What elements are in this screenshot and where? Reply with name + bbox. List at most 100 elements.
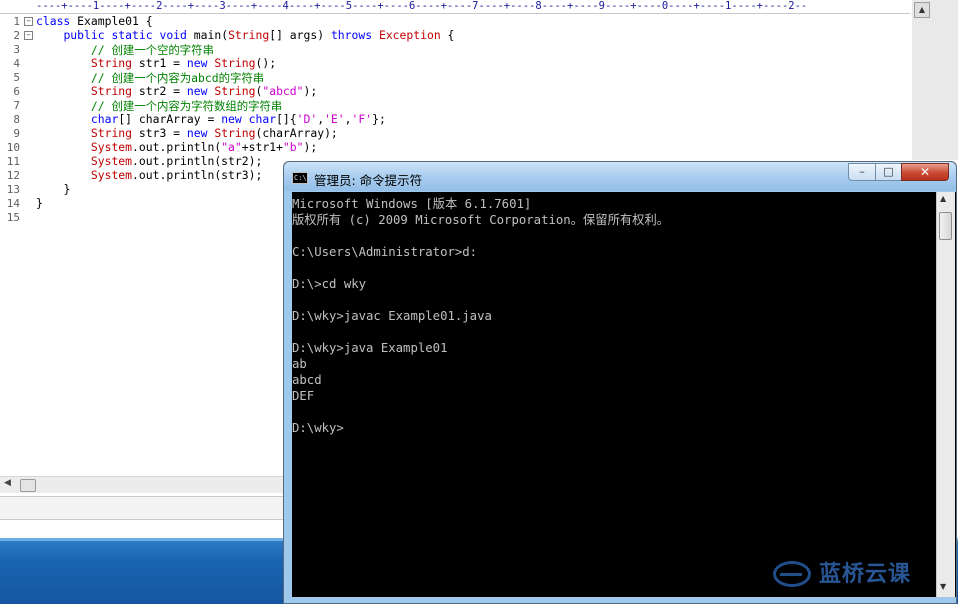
code-token: public [63,28,105,42]
code-line[interactable]: System.out.println(str2); [36,154,262,168]
ruler-text: ----+----1----+----2----+----3----+----4… [36,0,808,12]
code-token: 'F' [351,112,373,126]
code-token: Example01 { [70,14,153,28]
minimize-button[interactable]: – [848,163,876,181]
code-line[interactable]: String str2 = new String("abcd"); [36,84,317,98]
line-number: 4 [13,57,20,70]
code-token: [] charArray = [118,112,222,126]
code-token: System [90,154,133,168]
code-line[interactable]: String str1 = new String(); [36,56,276,70]
code-token: String [90,56,133,70]
scrollbar-thumb[interactable] [939,212,952,240]
console-line: D:\wky>javac Example01.java [292,309,492,323]
code-line[interactable]: char[] charArray = new char[]{'D','E','F… [36,112,386,126]
code-line[interactable]: class Example01 { [36,14,153,28]
code-token: // 创建一个空的字符串 [90,43,214,57]
code-token: str1 = [132,56,187,70]
code-token: new [186,84,208,98]
line-number: 7 [13,99,20,112]
code-token: .out.println(str2); [132,154,263,168]
code-token: 'E' [324,112,345,126]
line-number: 5 [13,71,20,84]
code-token: "a" [221,140,242,154]
code-token: +str1+ [241,140,283,154]
code-token: 'D' [296,112,318,126]
code-line[interactable]: } [36,182,70,196]
line-number: 1 [13,15,20,28]
code-line[interactable]: } [36,196,43,210]
line-number: 10 [6,141,20,154]
code-token: throws [330,28,373,42]
console-vertical-scrollbar[interactable]: ▲ ▼ [936,192,955,597]
code-token: (); [255,56,277,70]
close-button[interactable]: ✕ [901,163,949,181]
scroll-up-icon[interactable]: ▲ [914,2,930,18]
code-line[interactable]: System.out.println("a"+str1+"b"); [36,140,317,154]
code-token: char [90,112,119,126]
code-token: String [90,84,133,98]
console-line: D:\wky> [292,421,344,435]
column-ruler: ----+----1----+----2----+----3----+----4… [0,0,910,14]
code-line[interactable]: System.out.println(str3); [36,168,262,182]
maximize-button[interactable]: □ [875,163,902,181]
code-token: char [248,112,277,126]
code-token: }; [372,112,386,126]
code-token: ); [303,84,318,98]
fold-toggle-icon[interactable]: − [24,17,33,26]
cmd-icon-label: C:\ [294,174,307,182]
fold-toggle-icon[interactable]: − [24,31,33,40]
console-line: DEF [292,389,315,403]
code-token: main( [186,28,229,42]
window-titlebar[interactable]: C:\ 管理员: 命令提示符 – □ ✕ [284,162,956,191]
code-token: } [36,196,43,210]
scrollbar-thumb[interactable] [20,479,36,492]
watermark-text: 蓝桥云课 [819,562,912,587]
code-line[interactable]: public static void main(String[] args) t… [36,28,454,42]
line-number: 9 [13,127,20,140]
code-token: static [111,28,153,42]
code-token: ); [303,140,318,154]
editor-vertical-scrollbar[interactable]: ▲ [912,0,958,160]
code-token: .out.println( [132,140,222,154]
code-token: new [186,56,208,70]
code-line[interactable]: String str3 = new String(charArray); [36,126,338,140]
code-token: , [344,112,352,126]
command-prompt-window[interactable]: C:\ 管理员: 命令提示符 – □ ✕ Microsoft Windows [… [283,161,957,604]
scroll-left-icon[interactable]: ◀ [4,478,11,488]
line-number: 2 [13,29,20,42]
line-number-gutter: 1 2 3 4 5 6 7 8 9 10 11 12 13 14 15 [0,14,22,476]
line-number: 6 [13,85,20,98]
code-token: } [63,182,71,196]
code-token: String [90,126,133,140]
console-line: ab [292,357,307,371]
console-line: abcd [292,373,322,387]
code-token: .out.println(str3); [132,168,263,182]
line-number: 15 [6,211,20,224]
console-output: Microsoft Windows [版本 6.1.7601] 版权所有 (c) … [292,196,932,596]
line-number: 3 [13,43,20,56]
code-token: str3 = [132,126,187,140]
line-number: 12 [6,169,20,182]
code-token: new [186,126,208,140]
code-token: String [214,56,256,70]
console-area[interactable]: Microsoft Windows [版本 6.1.7601] 版权所有 (c) … [292,192,956,597]
code-token: String [214,126,256,140]
code-token: String [214,84,256,98]
code-token: "b" [282,140,304,154]
code-token: class [36,14,71,28]
scroll-up-icon[interactable]: ▲ [940,194,946,203]
